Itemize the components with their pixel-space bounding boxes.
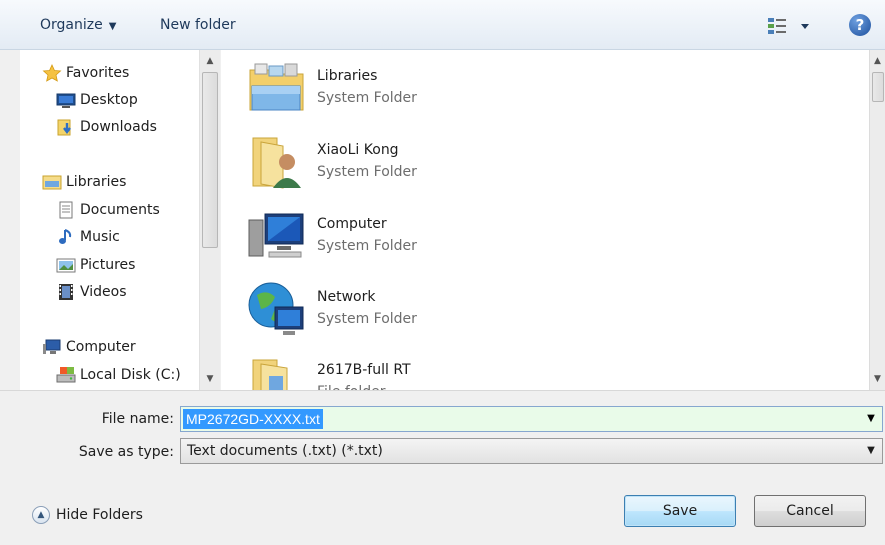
chevron-down-icon[interactable]: ▼	[860, 439, 882, 463]
nav-item-videos[interactable]: Videos	[56, 281, 127, 303]
local-disk-icon	[56, 367, 76, 383]
hide-folders-button[interactable]: ▲ Hide Folders	[32, 504, 143, 526]
scroll-down-icon[interactable]: ▼	[200, 370, 220, 388]
chevron-up-icon: ▲	[32, 506, 50, 524]
list-item-computer[interactable]: Computer System Folder	[247, 200, 647, 270]
item-name: Network	[317, 289, 376, 305]
nav-item-local-disk[interactable]: Local Disk (C:)	[56, 364, 181, 386]
videos-icon	[59, 284, 73, 300]
computer-icon	[248, 213, 304, 258]
downloads-icon	[57, 119, 71, 136]
organize-label: Organize	[40, 17, 103, 33]
nav-libraries[interactable]: Libraries	[42, 171, 126, 193]
nav-item-music[interactable]: Music	[56, 226, 120, 248]
item-name: Libraries	[317, 68, 378, 84]
organize-button[interactable]: Organize ▼	[40, 14, 116, 36]
folder-icon	[252, 359, 288, 390]
file-name-field[interactable]: MP2672GD-XXXX.txt ▼	[180, 406, 883, 432]
change-view-button[interactable]	[766, 15, 816, 37]
documents-icon	[59, 201, 73, 219]
item-name: XiaoLi Kong	[317, 142, 399, 158]
computer-icon	[43, 339, 61, 354]
chevron-down-icon: ▼	[108, 21, 117, 32]
item-name: Computer	[317, 216, 387, 232]
nav-item-desktop[interactable]: Desktop	[56, 89, 138, 111]
nav-computer[interactable]: Computer	[42, 336, 136, 358]
cancel-button[interactable]: Cancel	[754, 495, 866, 527]
scroll-down-icon[interactable]: ▼	[870, 370, 885, 388]
user-folder-icon	[252, 137, 301, 189]
item-type: System Folder	[317, 90, 417, 106]
pictures-icon	[56, 258, 76, 273]
file-list-scroll-thumb[interactable]	[872, 72, 884, 102]
nav-item-downloads[interactable]: Downloads	[56, 116, 157, 138]
save-type-select[interactable]: Text documents (.txt) (*.txt) ▼	[180, 438, 883, 464]
nav-scrollbar[interactable]: ▲ ▼	[199, 50, 220, 390]
nav-favorites[interactable]: Favorites	[42, 62, 129, 84]
libraries-icon	[42, 175, 62, 190]
file-list-scrollbar[interactable]: ▲ ▼	[869, 50, 885, 390]
navigation-pane: Favorites Desktop Downloads Libraries Do…	[20, 50, 220, 390]
item-type: System Folder	[317, 164, 417, 180]
list-item-network[interactable]: Network System Folder	[247, 273, 647, 343]
file-name-input[interactable]: MP2672GD-XXXX.txt	[183, 409, 323, 429]
new-folder-button[interactable]: New folder	[160, 14, 236, 36]
nav-item-pictures[interactable]: Pictures	[56, 254, 135, 276]
item-type: System Folder	[317, 238, 417, 254]
toolbar: Organize ▼ New folder ?	[0, 0, 885, 50]
save-button[interactable]: Save	[624, 495, 736, 527]
save-as-dialog: Organize ▼ New folder ? Favorites Desktop…	[0, 0, 885, 545]
network-icon	[248, 282, 304, 335]
list-item-xiaoli-kong[interactable]: XiaoLi Kong System Folder	[247, 126, 647, 196]
help-button[interactable]: ?	[849, 14, 871, 36]
file-name-label: File name:	[101, 411, 174, 427]
scroll-up-icon[interactable]: ▲	[200, 52, 220, 70]
nav-item-documents[interactable]: Documents	[56, 199, 160, 221]
star-icon	[42, 64, 62, 82]
music-icon	[59, 229, 72, 244]
view-options-icon	[768, 18, 809, 34]
item-name: 2617B-full RT	[317, 362, 411, 378]
libraries-folder-icon	[249, 63, 304, 111]
list-item-libraries[interactable]: Libraries System Folder	[247, 52, 647, 122]
scroll-up-icon[interactable]: ▲	[870, 52, 885, 70]
save-options: File name: MP2672GD-XXXX.txt ▼ Save as t…	[0, 390, 885, 545]
file-list: Libraries System Folder XiaoLi Kong Syst…	[221, 50, 871, 390]
chevron-down-icon[interactable]: ▼	[860, 407, 882, 431]
list-item-2617b-full-rt[interactable]: 2617B-full RT File folder	[247, 346, 647, 390]
item-type: System Folder	[317, 311, 417, 327]
desktop-icon	[56, 93, 76, 108]
save-type-value: Text documents (.txt) (*.txt)	[187, 443, 383, 459]
save-type-label: Save as type:	[78, 444, 174, 460]
nav-scroll-thumb[interactable]	[202, 72, 218, 248]
